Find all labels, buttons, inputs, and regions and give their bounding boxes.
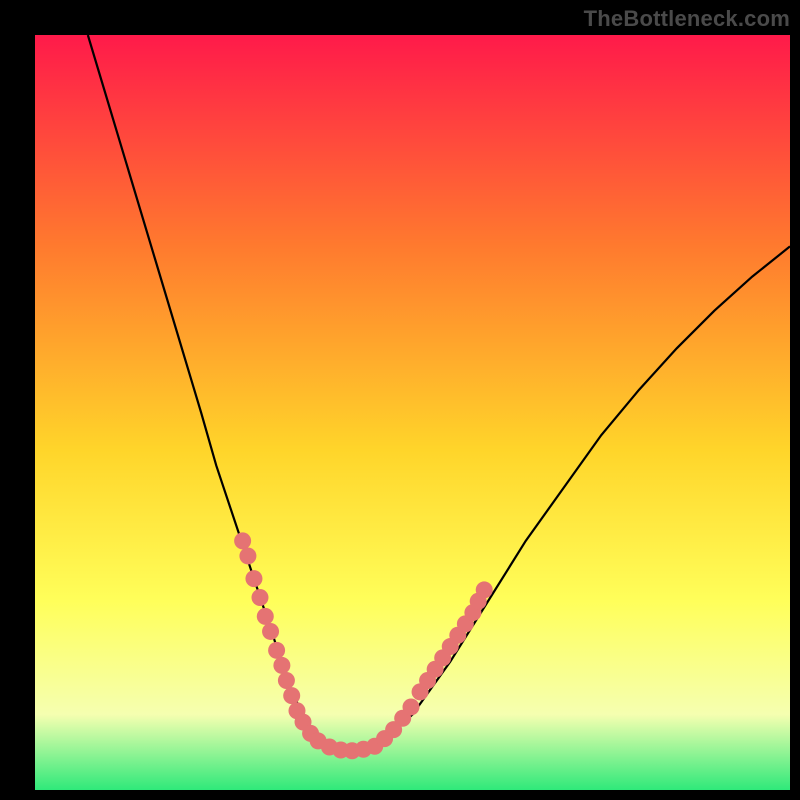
data-dot bbox=[257, 608, 274, 625]
bottleneck-chart bbox=[35, 35, 790, 790]
watermark-text: TheBottleneck.com bbox=[584, 6, 790, 32]
gradient-background bbox=[35, 35, 790, 790]
chart-frame: TheBottleneck.com bbox=[0, 0, 800, 800]
data-dot bbox=[239, 547, 256, 564]
data-dot bbox=[273, 657, 290, 674]
data-dot bbox=[402, 698, 419, 715]
data-dot bbox=[262, 623, 279, 640]
data-dot bbox=[283, 687, 300, 704]
data-dot bbox=[278, 672, 295, 689]
plot-area bbox=[35, 35, 790, 790]
data-dot bbox=[476, 581, 493, 598]
data-dot bbox=[245, 570, 262, 587]
data-dot bbox=[234, 532, 251, 549]
data-dot bbox=[268, 642, 285, 659]
data-dot bbox=[251, 589, 268, 606]
